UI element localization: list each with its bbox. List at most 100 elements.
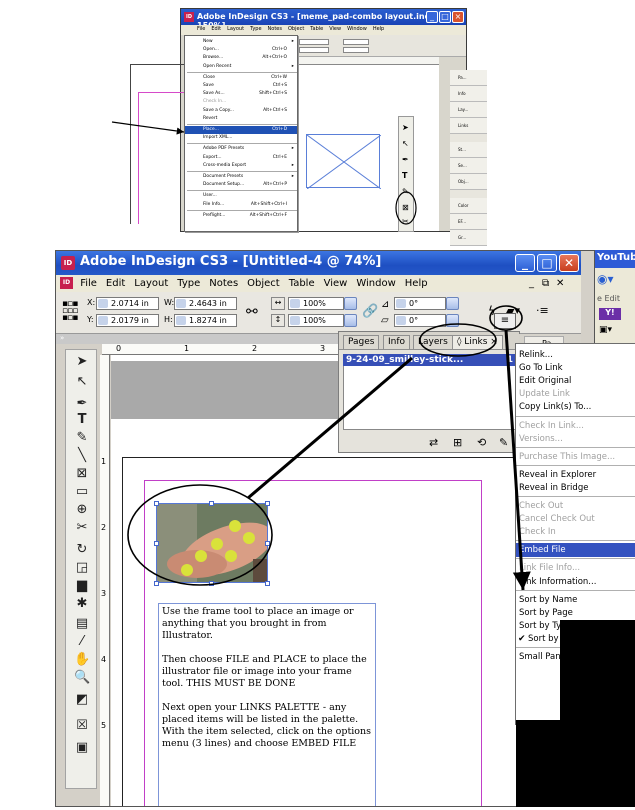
button-tool-icon[interactable]: ⊕ bbox=[74, 502, 90, 518]
placed-image-frame[interactable] bbox=[156, 503, 268, 583]
shear-field[interactable]: 0° bbox=[394, 314, 446, 327]
chain-link-icon[interactable]: 🔗 bbox=[362, 304, 378, 319]
rotate-dropdown[interactable] bbox=[446, 297, 459, 310]
options-menu-item[interactable]: Go To Link bbox=[516, 361, 635, 375]
minimize-button[interactable]: _ bbox=[426, 11, 438, 23]
top-panel-8[interactable]: EF... bbox=[450, 214, 487, 230]
selection-tool-icon[interactable]: ➤ bbox=[74, 354, 90, 370]
options-menu-item[interactable]: Versions... bbox=[516, 432, 635, 446]
minimize-button[interactable]: _ bbox=[515, 254, 535, 272]
line-tool-icon[interactable]: ╲ bbox=[74, 448, 90, 464]
top-menu-file[interactable]: File bbox=[197, 26, 205, 32]
zoom-tool-icon[interactable]: 🔍 bbox=[74, 670, 90, 686]
file-menu-item[interactable]: Check In... bbox=[185, 98, 297, 106]
top-panel-9[interactable]: Gr... bbox=[450, 230, 487, 246]
file-menu-item[interactable]: Place... Ctrl+D bbox=[185, 126, 297, 134]
doc-minimize-button[interactable]: _ bbox=[529, 278, 534, 289]
top-panel-5[interactable]: Se... bbox=[450, 158, 487, 174]
frame-handle[interactable] bbox=[154, 541, 159, 546]
options-menu-item[interactable]: Cancel Check Out bbox=[516, 512, 635, 526]
frame-handle[interactable] bbox=[154, 581, 159, 586]
doc-restore-button[interactable]: ⧉ bbox=[542, 278, 549, 289]
y-position-field[interactable]: 2.0179 in bbox=[96, 314, 159, 327]
frame-handle[interactable] bbox=[209, 581, 214, 586]
menu-layout[interactable]: Layout bbox=[134, 278, 168, 289]
top-menu-layout[interactable]: Layout bbox=[227, 26, 244, 32]
preview-mode-icon[interactable]: ▣ bbox=[74, 740, 90, 756]
tab-links[interactable]: ◊ Links × bbox=[452, 335, 503, 349]
file-menu-item[interactable]: Import XML... bbox=[185, 134, 297, 142]
reference-point-icon[interactable]: ▪▫▪ ▫▫▫ ▪▫▪ bbox=[62, 300, 82, 323]
frame-tool-icon[interactable]: ⊠ bbox=[402, 203, 409, 212]
file-menu-item[interactable]: Preflight... Alt+Shift+Ctrl+F bbox=[185, 212, 297, 220]
options-menu-item[interactable]: Purchase This Image... bbox=[516, 450, 635, 464]
pencil-tool-icon[interactable]: ✎ bbox=[74, 430, 90, 446]
rectangle-tool-icon[interactable]: ▭ bbox=[74, 484, 90, 500]
width-field[interactable]: 2.4643 in bbox=[174, 297, 237, 310]
x-position-field[interactable]: 2.0714 in bbox=[96, 297, 159, 310]
menu-type[interactable]: Type bbox=[177, 278, 200, 289]
hand-tool-icon[interactable]: ✋ bbox=[74, 652, 90, 668]
top-panel-2[interactable]: Lay... bbox=[450, 102, 487, 118]
relink-icon[interactable]: ⇄ bbox=[429, 436, 438, 449]
top-menu-notes[interactable]: Notes bbox=[268, 26, 282, 32]
scale-y-field[interactable]: 100% bbox=[288, 314, 344, 327]
type-tool-icon[interactable]: T bbox=[74, 412, 90, 428]
shear-dropdown[interactable] bbox=[446, 314, 459, 327]
file-menu-item[interactable]: File Info... Alt+Shift+Ctrl+I bbox=[185, 201, 297, 209]
pen-tool-icon[interactable]: ✒ bbox=[74, 396, 90, 412]
collapse-icon[interactable]: » bbox=[60, 334, 64, 342]
scale-x-dropdown[interactable] bbox=[344, 297, 357, 310]
maximize-button[interactable]: □ bbox=[439, 11, 451, 23]
direct-selection-tool-icon[interactable]: ↖ bbox=[74, 374, 90, 390]
options-menu-item[interactable]: Sort by Page bbox=[516, 606, 635, 620]
gradient-tool-icon[interactable]: ◲ bbox=[74, 560, 90, 576]
frame-handle[interactable] bbox=[154, 501, 159, 506]
close-button[interactable]: × bbox=[452, 11, 464, 23]
file-menu-item[interactable]: Cross-media Export ▸ bbox=[185, 162, 297, 170]
file-menu-item[interactable]: Browse... Alt+Ctrl+O bbox=[185, 54, 297, 62]
file-menu-item[interactable]: Save As... Shift+Ctrl+S bbox=[185, 90, 297, 98]
file-menu-item[interactable]: Open... Ctrl+O bbox=[185, 46, 297, 54]
scale-x-field[interactable]: 100% bbox=[288, 297, 344, 310]
options-menu-item[interactable]: Update Link bbox=[516, 387, 635, 401]
options-menu-item[interactable]: Link File Info... bbox=[516, 561, 635, 575]
type-tool-icon[interactable]: T bbox=[402, 171, 407, 180]
gradient-feather-tool-icon[interactable]: ▆ bbox=[74, 578, 90, 594]
instruction-text-frame[interactable]: Use the frame tool to place an image or … bbox=[158, 603, 376, 806]
top-menu-help[interactable]: Help bbox=[373, 26, 384, 32]
pencil-tool-icon[interactable]: ✎ bbox=[402, 187, 409, 196]
top-menu-edit[interactable]: Edit bbox=[211, 26, 221, 32]
fill-stroke-icon[interactable]: ◩ bbox=[74, 692, 90, 708]
palette-options-menu-button[interactable]: ≡ bbox=[494, 313, 516, 329]
menu-help[interactable]: Help bbox=[405, 278, 428, 289]
pen-tool-icon[interactable]: ✒ bbox=[402, 155, 409, 164]
menu-view[interactable]: View bbox=[324, 278, 348, 289]
file-menu-item[interactable]: New ▸ bbox=[185, 38, 297, 46]
top-panel-3[interactable]: Links bbox=[450, 118, 487, 134]
selection-tool-icon[interactable]: ➤ bbox=[402, 123, 409, 132]
top-menu-window[interactable]: Window bbox=[347, 26, 367, 32]
height-field[interactable]: 1.8274 in bbox=[174, 314, 237, 327]
options-menu-item[interactable]: Link Information... bbox=[516, 575, 635, 589]
tab-info[interactable]: Info bbox=[383, 335, 411, 349]
top-panel-4[interactable]: St... bbox=[450, 142, 487, 158]
file-menu-item[interactable]: Revert bbox=[185, 115, 297, 123]
goto-link-icon[interactable]: ⊞ bbox=[453, 436, 462, 449]
top-menu-view[interactable]: View bbox=[329, 26, 341, 32]
indesign-menu-icon[interactable]: ID bbox=[60, 277, 73, 289]
direct-selection-icon[interactable]: ↖ bbox=[402, 139, 409, 148]
menu-file[interactable]: File bbox=[80, 278, 97, 289]
menu-object[interactable]: Object bbox=[247, 278, 280, 289]
file-menu-item[interactable]: Document Presets ▸ bbox=[185, 173, 297, 181]
file-menu-item[interactable]: User... bbox=[185, 192, 297, 200]
options-menu-item[interactable]: Copy Link(s) To... bbox=[516, 400, 635, 414]
options-menu-item[interactable]: Edit Original bbox=[516, 374, 635, 388]
tab-pages[interactable]: Pages bbox=[343, 335, 380, 349]
options-menu-item[interactable]: Check Out bbox=[516, 499, 635, 513]
panel-menu-icon[interactable]: ·≡ bbox=[536, 304, 549, 317]
yahoo-icon[interactable]: Y! bbox=[599, 308, 621, 320]
file-menu-item[interactable]: Export... Ctrl+E bbox=[185, 154, 297, 162]
top-panel-7[interactable]: Color bbox=[450, 198, 487, 214]
options-menu-item[interactable]: Reveal in Explorer bbox=[516, 468, 635, 482]
